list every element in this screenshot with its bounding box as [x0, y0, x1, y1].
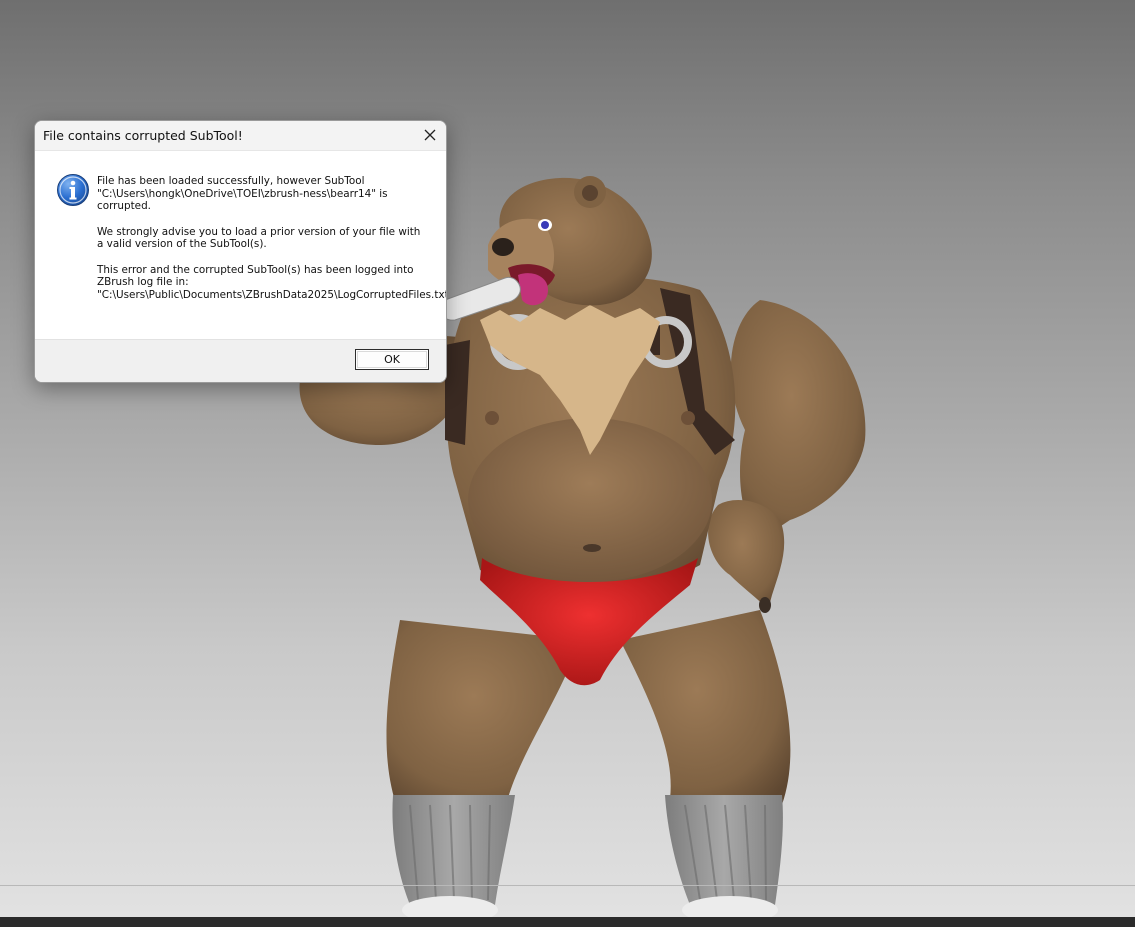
dialog-footer: OK	[35, 339, 446, 382]
information-icon	[57, 174, 89, 206]
dialog-titlebar[interactable]: File contains corrupted SubTool!	[35, 121, 446, 151]
bottom-shelf-bar	[0, 917, 1135, 927]
close-button[interactable]	[416, 121, 444, 149]
dialog-title: File contains corrupted SubTool!	[43, 128, 243, 143]
corrupted-subtool-dialog: File contains corrupted SubTool! File ha…	[34, 120, 447, 383]
message-paragraph: This error and the corrupted SubTool(s) …	[97, 263, 447, 301]
message-paragraph: We strongly advise you to load a prior v…	[97, 225, 421, 251]
close-icon	[424, 129, 436, 141]
message-paragraph: File has been loaded successfully, howev…	[97, 175, 388, 212]
dialog-message: File has been loaded successfully, howev…	[97, 175, 447, 314]
ok-button[interactable]: OK	[355, 349, 429, 370]
floor-line	[0, 885, 1135, 886]
dialog-content: File has been loaded successfully, howev…	[35, 151, 446, 339]
